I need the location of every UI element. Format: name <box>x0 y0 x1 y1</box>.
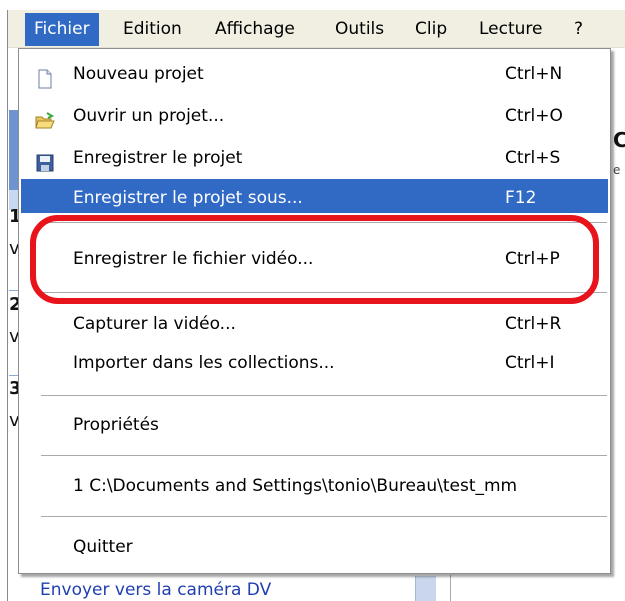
open-folder-icon <box>35 107 55 129</box>
menu-outils[interactable]: Outils <box>326 13 393 46</box>
menu-item-shortcut: Ctrl+R <box>505 314 562 334</box>
save-disk-icon <box>35 149 55 172</box>
menu-separator <box>41 516 607 517</box>
menu-item-shortcut: Ctrl+S <box>505 148 561 168</box>
menu-edition[interactable]: Edition <box>114 13 191 46</box>
menu-item-enregistrer-projet[interactable]: Enregistrer le projet Ctrl+S <box>21 139 608 177</box>
menu-affichage[interactable]: Affichage <box>206 13 304 46</box>
menu-item-nouveau-projet[interactable]: Nouveau projet Ctrl+N <box>21 55 608 93</box>
menu-item-label: Ouvrir un projet... <box>73 106 225 126</box>
menu-item-shortcut: Ctrl+O <box>505 106 563 126</box>
window-left-border <box>7 10 8 601</box>
menu-separator <box>41 222 607 223</box>
menu-item-proprietes[interactable]: Propriétés <box>21 406 608 444</box>
menu-item-label: Enregistrer le fichier vidéo... <box>73 249 314 269</box>
menu-fichier[interactable]: Fichier <box>25 13 99 46</box>
menu-item-ouvrir-projet[interactable]: Ouvrir un projet... Ctrl+O <box>21 97 608 135</box>
menu-item-quitter[interactable]: Quitter <box>21 528 608 566</box>
new-project-icon <box>35 65 55 89</box>
background-right-fragment: C <box>613 128 625 152</box>
menu-item-label: Nouveau projet <box>73 64 204 84</box>
menu-help[interactable]: ? <box>565 13 592 46</box>
menu-item-label: Enregistrer le projet <box>73 148 243 168</box>
menu-item-label: Capturer la vidéo... <box>73 314 236 334</box>
menu-separator <box>41 292 607 293</box>
menu-item-enregistrer-fichier-video[interactable]: Enregistrer le fichier vidéo... Ctrl+P <box>21 240 608 278</box>
menu-clip[interactable]: Clip <box>406 13 456 46</box>
menu-item-shortcut: Ctrl+N <box>505 64 563 84</box>
menu-item-enregistrer-projet-sous[interactable]: Enregistrer le projet sous... F12 <box>21 179 608 213</box>
menu-separator <box>41 395 607 396</box>
menu-item-label: Quitter <box>73 537 133 557</box>
menu-lecture[interactable]: Lecture <box>470 13 552 46</box>
background-scrollbar[interactable] <box>415 576 436 601</box>
menu-item-recent-file[interactable]: 1 C:\Documents and Settings\tonio\Bureau… <box>21 467 608 505</box>
window-top-edge <box>0 0 625 10</box>
menu-item-label: 1 C:\Documents and Settings\tonio\Bureau… <box>73 476 518 496</box>
menu-item-shortcut: Ctrl+P <box>505 249 560 269</box>
menu-item-importer-collections[interactable]: Importer dans les collections... Ctrl+I <box>21 344 608 382</box>
menu-bar: Fichier Edition Affichage Outils Clip Le… <box>8 10 625 48</box>
menu-item-shortcut: F12 <box>505 188 537 208</box>
menu-separator <box>41 455 607 456</box>
background-divider-vertical <box>450 575 451 601</box>
menu-item-capturer-video[interactable]: Capturer la vidéo... Ctrl+R <box>21 305 608 343</box>
menu-item-label: Propriétés <box>73 415 159 435</box>
fichier-dropdown-menu: Nouveau projet Ctrl+N Ouvrir un projet..… <box>18 48 611 574</box>
menu-item-label: Enregistrer le projet sous... <box>73 188 303 208</box>
menu-item-shortcut: Ctrl+I <box>505 353 555 373</box>
background-right-dot: e <box>613 163 621 177</box>
menu-item-label: Importer dans les collections... <box>73 353 335 373</box>
send-to-dv-camera-link[interactable]: Envoyer vers la caméra DV <box>40 580 271 600</box>
